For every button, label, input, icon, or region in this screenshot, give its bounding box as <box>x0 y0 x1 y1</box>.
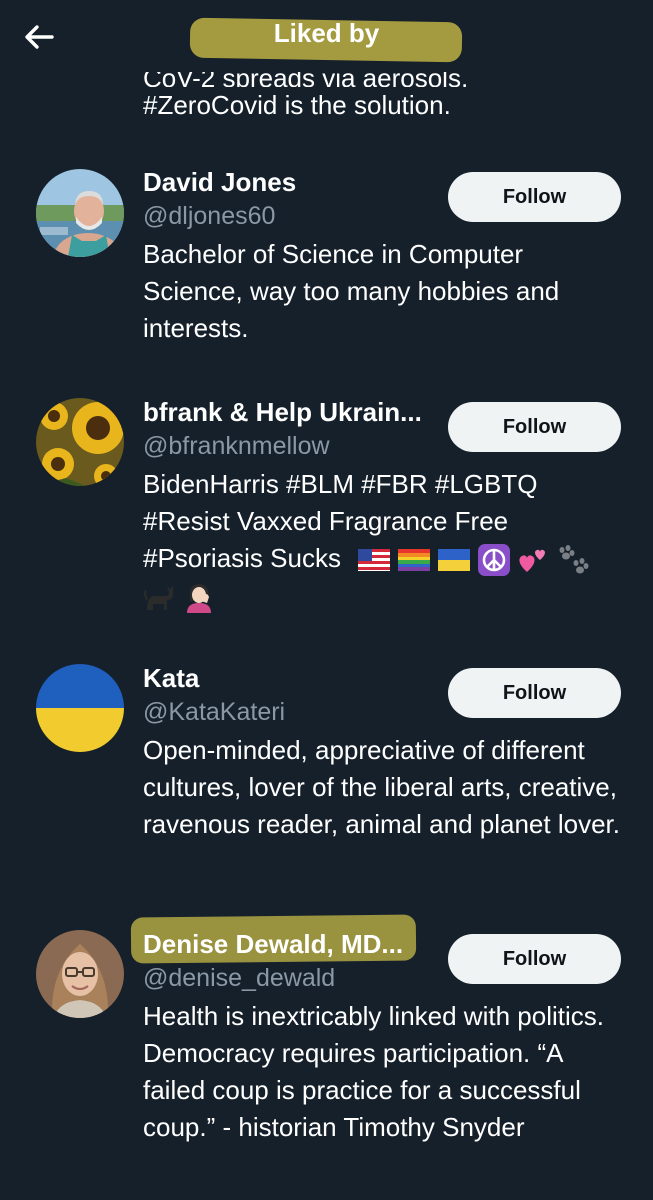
avatar[interactable] <box>36 930 124 1018</box>
bio-emoji-group <box>143 581 215 614</box>
bio-line-4 <box>143 577 623 614</box>
black-cat-icon <box>144 586 173 611</box>
display-name[interactable]: David Jones <box>143 167 296 197</box>
woman-facepalming-icon <box>187 584 211 614</box>
follow-button[interactable]: Follow <box>448 402 621 452</box>
display-name[interactable]: Kata <box>143 663 199 693</box>
name-row: David Jones <box>143 164 443 204</box>
display-name[interactable]: bfrank & Help Ukrain... <box>143 397 422 427</box>
rainbow-flag-icon <box>398 549 431 572</box>
username-handle: @KataKateri <box>143 698 286 726</box>
user-bio: BidenHarris #BLM #FBR #LGBTQ #Resist Vax… <box>143 466 623 614</box>
bio-line-2: #Resist Vaxxed Fragrance Free <box>143 506 509 536</box>
user-bio: Open-minded, appreciative of different c… <box>143 735 620 839</box>
us-flag-icon <box>358 549 391 572</box>
avatar[interactable] <box>36 169 124 257</box>
username-handle: @bfranknmellow <box>143 432 330 460</box>
bio-line-3-text: #Psoriasis Sucks <box>143 543 341 573</box>
page-title: Liked by <box>273 18 380 48</box>
bio-emoji-group <box>358 544 590 577</box>
ukraine-flag-icon <box>438 549 471 572</box>
user-bio: Health is inextricably linked with polit… <box>143 1001 604 1142</box>
name-row: Denise Dewald, MD... <box>130 914 443 966</box>
peace-symbol-icon <box>478 544 511 577</box>
bio-line-1: BidenHarris #BLM #FBR #LGBTQ <box>143 469 538 499</box>
user-bio: Bachelor of Science in Computer Science,… <box>143 239 560 343</box>
username-handle: @denise_dewald <box>143 964 336 992</box>
top-bar: Liked by <box>0 0 653 72</box>
paw-prints-icon <box>559 545 589 574</box>
display-name[interactable]: Denise Dewald, MD... <box>143 929 403 959</box>
previous-bio-line-2: #ZeroCovid is the solution. <box>143 90 451 120</box>
username-handle: @dljones60 <box>143 202 276 230</box>
follow-button[interactable]: Follow <box>448 668 621 718</box>
avatar[interactable] <box>36 664 124 752</box>
avatar[interactable] <box>36 398 124 486</box>
two-hearts-icon <box>519 549 546 573</box>
name-row: Kata <box>143 660 443 700</box>
name-row: bfrank & Help Ukrain... <box>143 394 443 434</box>
follow-button[interactable]: Follow <box>448 172 621 222</box>
follow-button[interactable]: Follow <box>448 934 621 984</box>
bio-line-3: #Psoriasis Sucks <box>143 540 623 577</box>
